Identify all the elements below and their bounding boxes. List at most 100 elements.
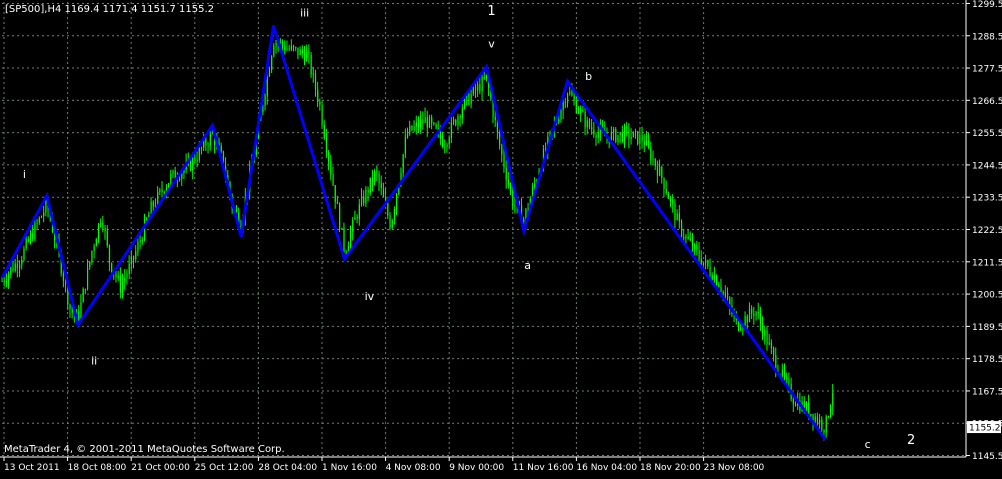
candle-body [457, 116, 458, 125]
candle-body [484, 77, 485, 78]
candle-body [591, 127, 592, 129]
candle-body [723, 292, 724, 293]
candle-body [118, 276, 119, 278]
candle-body [760, 313, 761, 323]
candle-body [190, 160, 191, 170]
candle-body [762, 324, 763, 337]
x-tick-label: 4 Nov 08:00 [386, 463, 441, 473]
candle-body [679, 214, 680, 222]
candle-body [810, 414, 811, 416]
candle-body [330, 161, 331, 174]
candle-body [574, 96, 575, 100]
candle-body [446, 144, 447, 147]
candle-body [197, 160, 198, 161]
candle-body [8, 274, 9, 282]
x-tick-label: 13 Oct 2011 [4, 463, 60, 473]
x-tick-label: 18 Oct 08:00 [68, 463, 127, 473]
candle-body [304, 53, 305, 61]
candle-body [194, 158, 195, 162]
candle-body [142, 240, 143, 241]
candle-body [593, 129, 594, 135]
candle-body [433, 123, 434, 124]
candle-body [681, 222, 682, 238]
candle-body [418, 122, 419, 127]
candle-body [460, 116, 461, 117]
candle-body [751, 309, 752, 314]
candle-body [105, 228, 106, 231]
x-tick-label: 1 Nov 16:00 [322, 463, 377, 473]
candle-body [571, 92, 572, 96]
candle-body [26, 239, 27, 248]
candle-body [501, 145, 502, 154]
candle-body [773, 348, 774, 355]
wave-label-1: 1 [487, 4, 495, 19]
candle-body [473, 87, 474, 94]
candle-body [293, 46, 294, 47]
y-tick-label: 1211.5 [972, 258, 1002, 268]
candle-body [236, 210, 237, 212]
candle-body [389, 216, 390, 228]
candle-body [192, 158, 193, 170]
candle-body [129, 264, 130, 274]
candle-body [12, 268, 13, 271]
candle-body [444, 147, 445, 148]
candle-body [376, 171, 377, 174]
y-tick-label: 1255.5 [972, 129, 1002, 139]
y-tick-label: 1288.5 [972, 32, 1002, 42]
candle-body [580, 110, 581, 113]
candle-body [633, 132, 634, 138]
candle-body [642, 135, 643, 142]
candle-body [705, 260, 706, 262]
y-tick-label: 1277.5 [972, 65, 1002, 75]
candle-body [370, 178, 371, 193]
candle-body [30, 234, 31, 242]
candle-body [766, 331, 767, 345]
candle-body [598, 132, 599, 137]
candle-body [37, 223, 38, 224]
candle-body [620, 132, 621, 135]
y-tick-label: 1178.5 [972, 355, 1002, 365]
wave-label-b: b [585, 70, 592, 83]
candle-body [34, 223, 35, 239]
candle-body [381, 183, 382, 188]
wave-label-iii: iii [300, 7, 309, 20]
candle-body [102, 223, 103, 228]
candle-body [4, 281, 5, 282]
candle-body [806, 403, 807, 411]
candle-body [652, 159, 653, 160]
symbol-header: [SP500],H4 1169.4 1171.4 1151.7 1155.2 [5, 4, 214, 15]
candle-body [267, 76, 268, 96]
candle-body [170, 174, 171, 183]
candle-body [817, 417, 818, 423]
candle-body [745, 316, 746, 326]
candle-body [674, 204, 675, 221]
candle-body [411, 126, 412, 131]
candle-body [784, 370, 785, 378]
candle-body [819, 420, 820, 423]
candle-body [499, 131, 500, 145]
candle-body [475, 87, 476, 91]
candle-body [628, 129, 629, 139]
candle-body [639, 135, 640, 144]
y-tick-label: 1189.5 [972, 323, 1002, 333]
candle-body [43, 212, 44, 216]
candle-body [624, 127, 625, 141]
candle-body [32, 234, 33, 240]
candle-body [793, 399, 794, 404]
candle-body [416, 122, 417, 126]
candle-body [668, 193, 669, 198]
wave-label-a: a [524, 259, 531, 272]
current-price-label: 1155.2 [969, 424, 1001, 434]
candle-body [374, 171, 375, 182]
y-tick-label: 1299.5 [972, 0, 1002, 10]
x-tick-label: 16 Nov 04:00 [576, 463, 637, 473]
candle-body [205, 139, 206, 145]
candle-body [109, 245, 110, 263]
candle-body [696, 245, 697, 250]
wave-label-ii: ii [91, 355, 97, 368]
candle-body [162, 190, 163, 193]
candle-body [442, 139, 443, 147]
candle-body [19, 264, 20, 268]
candle-body [322, 105, 323, 125]
candle-body [273, 46, 274, 56]
